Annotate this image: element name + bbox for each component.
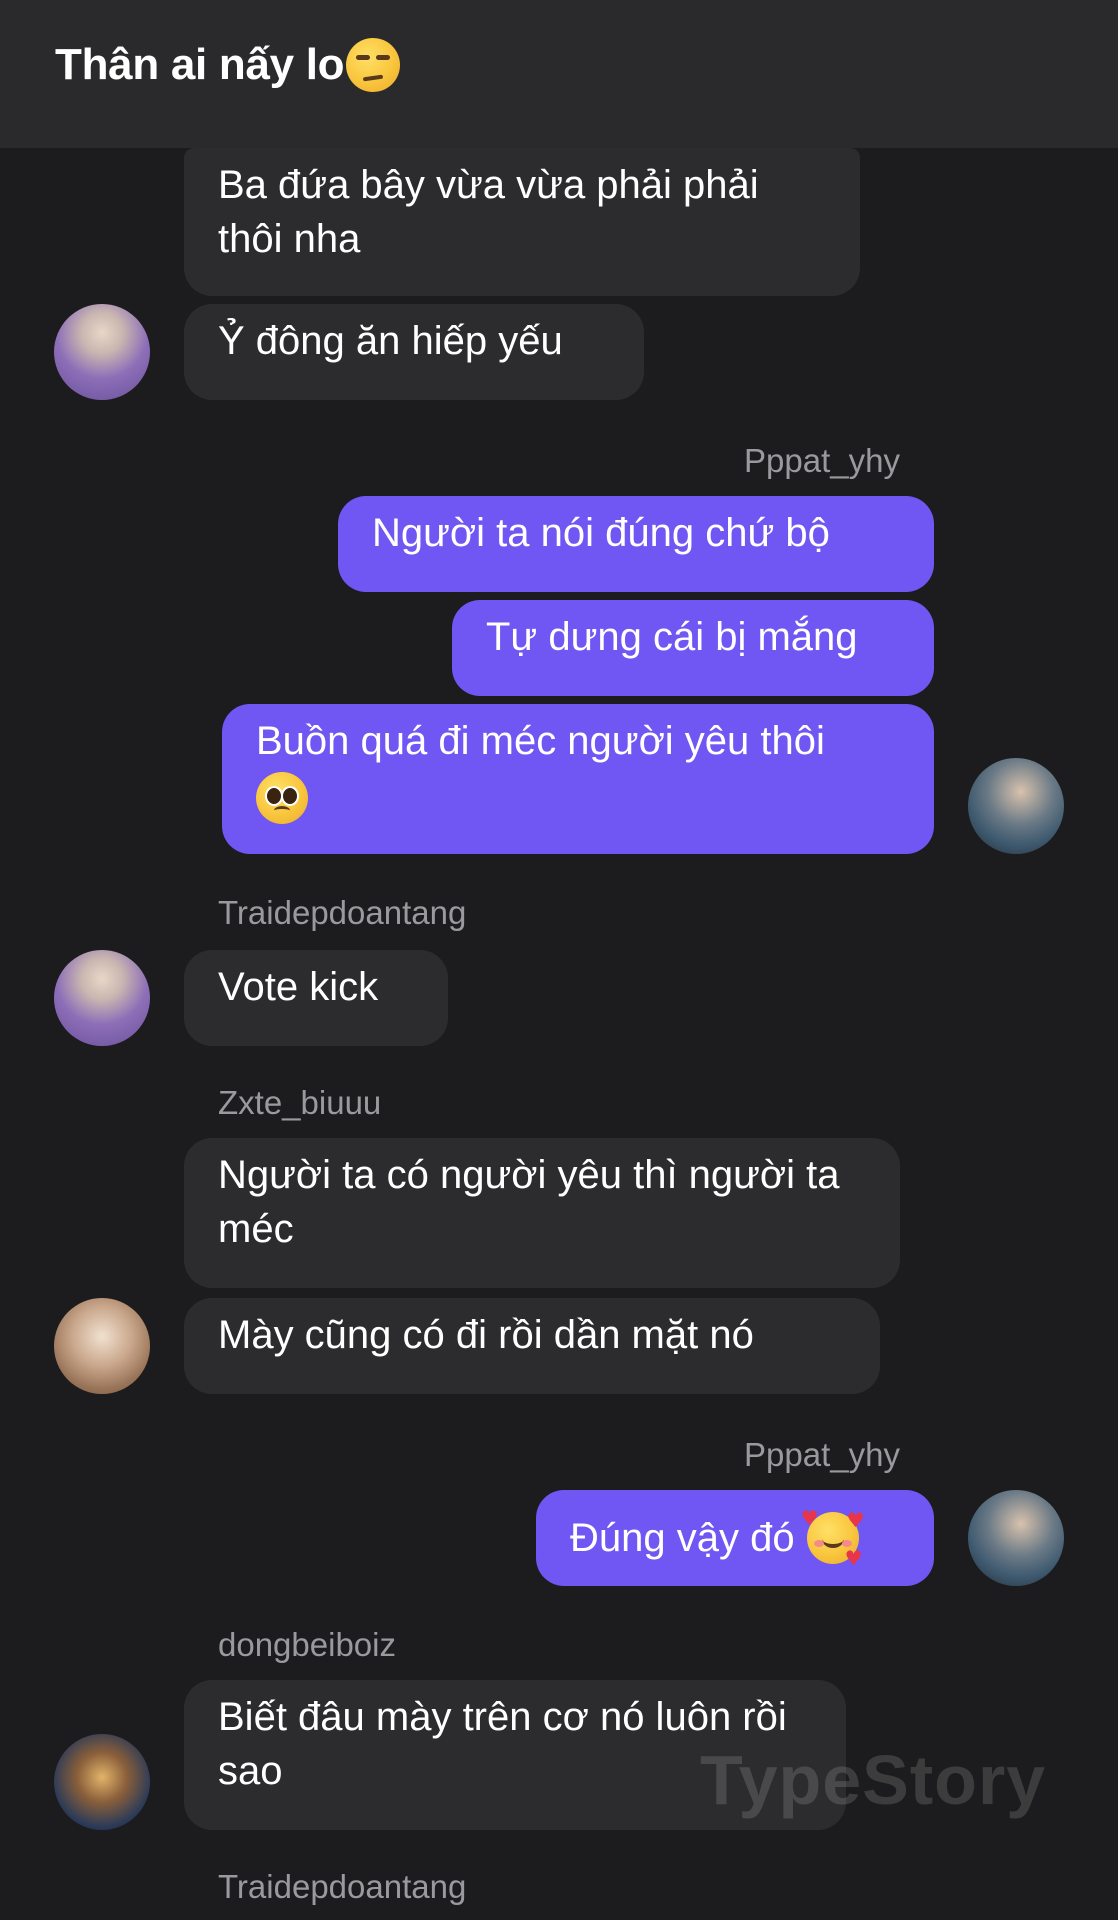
message-bubble-outgoing[interactable]: Đúng vậy đó ♥ ♥ ♥ [536, 1490, 934, 1586]
sender-name: Pppat_yhy [744, 1436, 900, 1473]
message-bubble-incoming[interactable]: Vote kick [184, 950, 448, 1046]
avatar[interactable] [968, 1490, 1064, 1586]
avatar[interactable] [54, 304, 150, 400]
message-bubble-incoming[interactable]: Mày cũng có đi rồi dần mặt nó [184, 1298, 880, 1394]
avatar[interactable] [54, 1734, 150, 1830]
sender-name: Traidepdoantang [218, 894, 467, 931]
avatar[interactable] [54, 1298, 150, 1394]
sender-name: Pppat_yhy [744, 442, 900, 479]
pleading-face-emoji [256, 772, 308, 825]
message-bubble-incoming[interactable]: Người ta có người yêu thì người ta méc [184, 1138, 900, 1288]
sender-name: Zxte_biuuu [218, 1084, 382, 1121]
chat-header: Thân ai nấy lo [0, 0, 1118, 148]
sender-name: dongbeiboiz [218, 1626, 396, 1663]
smiling-face-with-hearts-emoji: ♥ ♥ ♥ [800, 1506, 865, 1570]
chat-title[interactable]: Thân ai nấy lo [55, 38, 401, 92]
message-bubble-outgoing[interactable]: Buồn quá đi méc người yêu thôi [222, 704, 934, 854]
avatar[interactable] [54, 950, 150, 1046]
watermark: TypeStory [700, 1741, 1047, 1819]
message-bubble-incoming[interactable]: Ba đứa bây vừa vừa phải phải thôi nha [184, 148, 860, 296]
message-bubble-outgoing[interactable]: Người ta nói đúng chứ bộ [338, 496, 934, 592]
avatar[interactable] [968, 758, 1064, 854]
message-bubble-outgoing[interactable]: Tự dưng cái bị mắng [452, 600, 934, 696]
sender-name: Traidepdoantang [218, 1868, 467, 1905]
unamused-face-emoji [346, 38, 401, 92]
message-bubble-incoming[interactable]: Ỷ đông ăn hiếp yếu [184, 304, 644, 400]
